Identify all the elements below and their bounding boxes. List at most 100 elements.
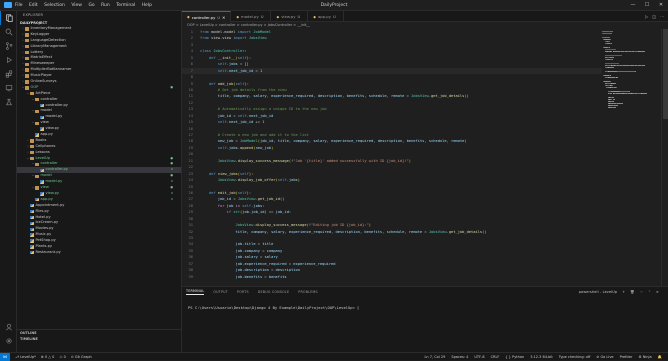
tab-ports[interactable]: PORTS [237, 290, 249, 294]
notifications-bell-icon[interactable]: 🔔 [658, 355, 662, 359]
code-editor[interactable]: 1 from model.model import JobModel 2 from v… [182, 29, 602, 286]
tab-model-py[interactable]: ◆ model.py U [231, 11, 272, 22]
search-icon[interactable] [0, 25, 17, 39]
more-actions-icon[interactable]: ⋯ [660, 14, 664, 19]
terminal-shell-label[interactable]: powershell - LevelUp [579, 290, 617, 294]
tab-controller-py[interactable]: ◆ controller.py U ✕ [182, 11, 232, 22]
minimap-token [612, 107, 616, 108]
code-token: jobs [288, 178, 298, 183]
python-file-icon [30, 203, 34, 208]
status-right-item[interactable]: Prettier [620, 355, 633, 359]
minimap-token [612, 99, 615, 100]
status-left-item[interactable]: ⎇ LevelUp* [15, 355, 36, 359]
extensions-icon[interactable] [0, 67, 17, 81]
minimap-token [616, 93, 623, 94]
status-right-item[interactable]: Ln 7, Col 29 [424, 355, 445, 359]
status-left-item[interactable]: ⊙ Git Graph [71, 355, 92, 359]
code-token: display_success_message [237, 158, 289, 163]
status-right-item[interactable]: 3.12.3 64-bit [530, 355, 553, 359]
status-left-item[interactable]: ⚠ 0 [59, 355, 65, 359]
status-right-item[interactable]: UTF-8 [474, 355, 484, 359]
menu-help[interactable]: Help [142, 3, 152, 8]
run-debug-icon[interactable] [0, 53, 17, 67]
timeline-section[interactable]: TIMELINE [17, 336, 181, 342]
status-right-item[interactable]: CRLF [491, 355, 500, 359]
code-token: = [422, 229, 429, 234]
code-token: experience_required [288, 229, 332, 234]
status-right-item[interactable]: ⚙ Ninja [638, 355, 651, 359]
kill-terminal-icon[interactable]: 🗑 [630, 290, 634, 294]
scrollbar-thumb[interactable] [663, 29, 668, 119]
tab-untracked-badge: U [217, 14, 221, 20]
minimize-button[interactable]: — [626, 0, 640, 11]
menu-selection[interactable]: Selection [44, 3, 65, 8]
run-python-file-icon[interactable]: ▷ [645, 14, 648, 19]
code-token: title [235, 229, 247, 234]
settings-gear-icon[interactable] [0, 334, 17, 348]
menu-run[interactable]: Run [101, 3, 110, 8]
code-token: self [217, 145, 227, 150]
maximize-button[interactable]: ☐ [640, 0, 654, 11]
panel-tabs: TERMINAL OUTPUT PORTS DEBUG CONSOLE PROB… [182, 287, 668, 297]
code-token: remote [451, 139, 465, 144]
source-control-icon[interactable] [0, 39, 17, 53]
remote-explorer-icon[interactable] [0, 81, 17, 95]
code-token: get_job_details [431, 94, 465, 99]
menu-edit[interactable]: Edit [29, 3, 38, 8]
status-right-item[interactable]: Spaces: 4 [451, 355, 468, 359]
code-token: JobsView [246, 36, 267, 41]
tab-output[interactable]: OUTPUT [213, 290, 228, 294]
code-token: () [279, 197, 285, 202]
menu-view[interactable]: View [71, 3, 82, 8]
tab-close-icon[interactable]: ✕ [222, 15, 225, 20]
tab-debug-console[interactable]: DEBUG CONSOLE [258, 290, 289, 294]
new-terminal-icon[interactable]: + [622, 290, 625, 294]
panel-more-icon[interactable]: ⋯ [640, 290, 644, 294]
tab-app-py[interactable]: ◆ app.py U [308, 11, 344, 22]
minimap-token [628, 91, 630, 92]
remote-indicator-icon[interactable]: ⋈ [0, 352, 10, 361]
tree-file[interactable]: Restaurant.py [17, 250, 181, 256]
code-token: JobsView [217, 178, 236, 183]
editor-scrollbar[interactable] [661, 29, 668, 286]
minimap-token [643, 51, 645, 52]
menu-go[interactable]: Go [88, 3, 94, 8]
code-token: benefits [346, 94, 365, 99]
minimap-token [616, 71, 635, 72]
code-token: self [217, 68, 227, 73]
code-token: ) [271, 145, 274, 150]
code-token: = [404, 94, 412, 99]
maximize-panel-icon[interactable]: ⌃ [648, 290, 651, 294]
account-icon[interactable] [0, 320, 17, 334]
menu-file[interactable]: File [15, 3, 23, 8]
testing-icon[interactable] [0, 95, 17, 109]
code-token: schedule [428, 139, 447, 144]
python-file-icon [30, 245, 34, 249]
split-editor-icon[interactable]: ◫ [652, 14, 656, 19]
close-button[interactable]: ✕ [654, 0, 668, 11]
breadcrumb[interactable]: OOP > LevelUp > controller > controller.… [182, 22, 668, 29]
explorer-icon[interactable] [0, 11, 17, 25]
close-panel-icon[interactable]: ✕ [656, 290, 659, 294]
status-right-item[interactable]: { } Python [505, 355, 524, 359]
status-right-item[interactable]: ⊘ Go Live [596, 355, 613, 359]
minimap-token [619, 91, 629, 92]
status-right-item[interactable]: Type checking: off [559, 355, 591, 359]
terminal-output[interactable]: PS C:\Users\Usuario\Desktop\Django 4 By … [182, 305, 668, 310]
folder-icon [30, 145, 34, 149]
status-left-item[interactable]: ⊗ 0 △ 0 [41, 355, 54, 359]
tab-problems[interactable]: PROBLEMS [298, 290, 318, 294]
tab-view-py[interactable]: ◆ view.py U [271, 11, 309, 22]
line-number: 39 [188, 274, 193, 279]
python-file-icon [30, 239, 34, 243]
minimap[interactable] [602, 29, 660, 286]
code-token: benefits [244, 274, 263, 279]
vscode-logo-icon [4, 2, 12, 8]
tab-terminal[interactable]: TERMINAL [186, 289, 205, 295]
python-file-icon [40, 168, 44, 173]
code-token: : [248, 55, 252, 60]
menu-terminal[interactable]: Terminal [116, 3, 135, 8]
